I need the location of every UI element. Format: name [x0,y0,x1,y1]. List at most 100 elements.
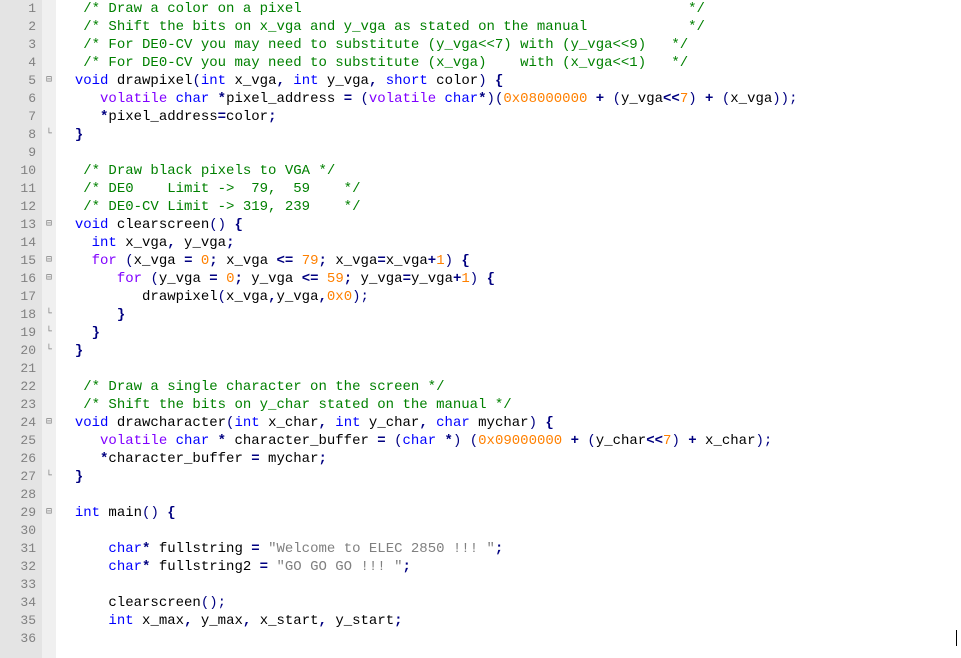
fold-toggle-icon[interactable]: ⊟ [42,252,56,270]
code-line[interactable]: volatile char *pixel_address = (volatile… [58,90,961,108]
code-token: y_vga [276,289,318,305]
code-token: volatile [100,91,167,107]
line-number: 27 [0,468,36,486]
fold-empty [42,522,56,540]
code-token: + [688,433,696,449]
code-line[interactable]: /* Draw a single character on the screen… [58,378,961,396]
code-token [192,253,200,269]
code-line[interactable]: void drawpixel(int x_vga, int y_vga, sho… [58,72,961,90]
code-token: ; [234,271,242,287]
code-line[interactable] [58,360,961,378]
code-token [604,91,612,107]
code-line[interactable]: void drawcharacter(int x_char, int y_cha… [58,414,961,432]
code-line[interactable]: /* Shift the bits on x_vga and y_vga as … [58,18,961,36]
code-token: /* Draw black pixels to VGA */ [83,163,335,179]
line-number: 14 [0,234,36,252]
code-line[interactable]: } [58,468,961,486]
code-line[interactable]: int main() { [58,504,961,522]
code-line[interactable] [58,576,961,594]
code-token: x_max [134,613,184,629]
fold-empty [42,288,56,306]
code-line[interactable]: } [58,126,961,144]
code-line[interactable]: *character_buffer = mychar; [58,450,961,468]
code-line[interactable]: for (x_vga = 0; x_vga <= 79; x_vga=x_vga… [58,252,961,270]
code-token: , [167,235,175,251]
code-token [58,469,75,485]
fold-toggle-icon[interactable]: ⊟ [42,72,56,90]
code-token: x_vga [117,235,167,251]
code-line[interactable]: int x_vga, y_vga; [58,234,961,252]
code-token: = [260,559,268,575]
code-token [58,217,75,233]
code-line[interactable] [58,144,961,162]
code-token [167,433,175,449]
code-line[interactable]: *pixel_address=color; [58,108,961,126]
code-token: int [108,613,133,629]
code-token: drawpixel [58,289,218,305]
code-token: char [176,91,210,107]
code-line[interactable]: /* Draw black pixels to VGA */ [58,162,961,180]
code-token: y_max [192,613,242,629]
code-token: ; [318,451,326,467]
code-line[interactable]: char* fullstring = "Welcome to ELEC 2850… [58,540,961,558]
code-line[interactable]: volatile char * character_buffer = (char… [58,432,961,450]
code-token [58,415,75,431]
code-token: pixel_address [226,91,344,107]
code-line[interactable]: /* DE0 Limit -> 79, 59 */ [58,180,961,198]
code-token: ; [344,271,352,287]
code-line[interactable]: /* Draw a color on a pixel */ [58,0,961,18]
code-token [58,109,100,125]
code-line[interactable] [58,522,961,540]
code-line[interactable]: /* For DE0-CV you may need to substitute… [58,54,961,72]
code-token: y_vga [319,73,369,89]
code-line[interactable]: } [58,324,961,342]
code-line[interactable]: int x_max, y_max, x_start, y_start; [58,612,961,630]
code-token: , [319,613,327,629]
code-token [58,379,83,395]
fold-toggle-icon[interactable]: ⊟ [42,414,56,432]
code-token [58,19,83,35]
fold-empty [42,0,56,18]
code-line[interactable]: clearscreen(); [58,594,961,612]
code-token: x_vga [218,253,277,269]
code-token [117,253,125,269]
fold-toggle-icon[interactable]: ⊟ [42,504,56,522]
fold-empty [42,180,56,198]
fold-empty [42,612,56,630]
code-line[interactable]: for (y_vga = 0; y_vga <= 59; y_vga=y_vga… [58,270,961,288]
code-line[interactable]: } [58,306,961,324]
fold-empty [42,450,56,468]
code-token: int [335,415,360,431]
fold-toggle-icon[interactable]: ⊟ [42,216,56,234]
code-line[interactable]: void clearscreen() { [58,216,961,234]
code-line[interactable] [58,630,961,648]
code-line[interactable]: /* DE0-CV Limit -> 319, 239 */ [58,198,961,216]
code-token: volatile [369,91,436,107]
line-number: 28 [0,486,36,504]
code-token: x_vga [226,73,276,89]
line-number: 26 [0,450,36,468]
code-line[interactable]: /* For DE0-CV you may need to substitute… [58,36,961,54]
code-token: x_char [260,415,319,431]
code-token [58,541,108,557]
line-number: 12 [0,198,36,216]
line-number: 3 [0,36,36,54]
code-token: ( [722,91,730,107]
line-number-gutter: 1234567891011121314151617181920212223242… [0,0,42,658]
fold-column[interactable]: ⊟└⊟⊟⊟└└└⊟└⊟ [42,0,56,658]
code-token: /* For DE0-CV you may need to substitute… [83,37,688,53]
code-token: = [251,451,259,467]
code-token: mychar [260,451,319,467]
code-line[interactable]: /* Shift the bits on y_char stated on th… [58,396,961,414]
code-token: y_vga [243,271,302,287]
code-area[interactable]: /* Draw a color on a pixel */ /* Shift t… [56,0,961,658]
code-token: /* Draw a color on a pixel */ [83,1,705,17]
code-line[interactable]: char* fullstring2 = "GO GO GO !!! "; [58,558,961,576]
line-number: 1 [0,0,36,18]
fold-toggle-icon[interactable]: ⊟ [42,270,56,288]
code-line[interactable]: } [58,342,961,360]
code-token: { [495,73,503,89]
code-line[interactable] [58,486,961,504]
code-token: x_vga [134,253,184,269]
code-line[interactable]: drawpixel(x_vga,y_vga,0x0); [58,288,961,306]
